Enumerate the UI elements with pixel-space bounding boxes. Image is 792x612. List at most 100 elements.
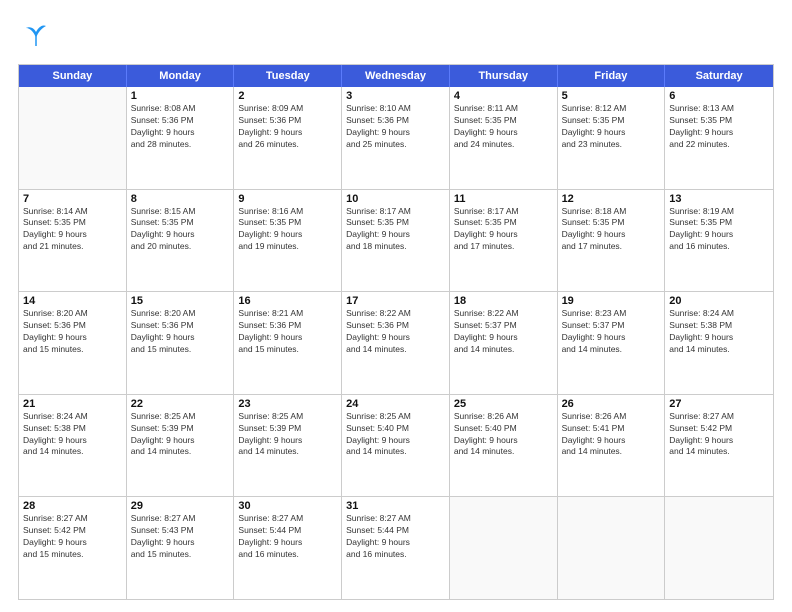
calendar-header: SundayMondayTuesdayWednesdayThursdayFrid… <box>19 65 773 87</box>
calendar-cell-r1-c0: 7Sunrise: 8:14 AM Sunset: 5:35 PM Daylig… <box>19 190 127 292</box>
day-info: Sunrise: 8:08 AM Sunset: 5:36 PM Dayligh… <box>131 103 230 151</box>
calendar-row-4: 28Sunrise: 8:27 AM Sunset: 5:42 PM Dayli… <box>19 497 773 599</box>
header-day-friday: Friday <box>558 65 666 87</box>
day-info: Sunrise: 8:27 AM Sunset: 5:42 PM Dayligh… <box>23 513 122 561</box>
day-info: Sunrise: 8:27 AM Sunset: 5:42 PM Dayligh… <box>669 411 769 459</box>
calendar-cell-r0-c0 <box>19 87 127 189</box>
header <box>18 18 774 54</box>
calendar-cell-r2-c5: 19Sunrise: 8:23 AM Sunset: 5:37 PM Dayli… <box>558 292 666 394</box>
calendar-cell-r0-c3: 3Sunrise: 8:10 AM Sunset: 5:36 PM Daylig… <box>342 87 450 189</box>
day-info: Sunrise: 8:20 AM Sunset: 5:36 PM Dayligh… <box>23 308 122 356</box>
day-info: Sunrise: 8:27 AM Sunset: 5:43 PM Dayligh… <box>131 513 230 561</box>
day-info: Sunrise: 8:09 AM Sunset: 5:36 PM Dayligh… <box>238 103 337 151</box>
calendar-body: 1Sunrise: 8:08 AM Sunset: 5:36 PM Daylig… <box>19 87 773 599</box>
day-info: Sunrise: 8:21 AM Sunset: 5:36 PM Dayligh… <box>238 308 337 356</box>
day-number: 10 <box>346 193 445 205</box>
day-number: 16 <box>238 295 337 307</box>
day-info: Sunrise: 8:26 AM Sunset: 5:40 PM Dayligh… <box>454 411 553 459</box>
calendar-cell-r0-c5: 5Sunrise: 8:12 AM Sunset: 5:35 PM Daylig… <box>558 87 666 189</box>
day-number: 11 <box>454 193 553 205</box>
day-info: Sunrise: 8:12 AM Sunset: 5:35 PM Dayligh… <box>562 103 661 151</box>
day-info: Sunrise: 8:24 AM Sunset: 5:38 PM Dayligh… <box>669 308 769 356</box>
day-number: 13 <box>669 193 769 205</box>
day-number: 23 <box>238 398 337 410</box>
header-day-sunday: Sunday <box>19 65 127 87</box>
day-info: Sunrise: 8:17 AM Sunset: 5:35 PM Dayligh… <box>454 206 553 254</box>
day-number: 1 <box>131 90 230 102</box>
calendar-cell-r1-c4: 11Sunrise: 8:17 AM Sunset: 5:35 PM Dayli… <box>450 190 558 292</box>
calendar-cell-r1-c3: 10Sunrise: 8:17 AM Sunset: 5:35 PM Dayli… <box>342 190 450 292</box>
day-number: 7 <box>23 193 122 205</box>
day-number: 2 <box>238 90 337 102</box>
day-info: Sunrise: 8:25 AM Sunset: 5:40 PM Dayligh… <box>346 411 445 459</box>
day-number: 5 <box>562 90 661 102</box>
day-number: 31 <box>346 500 445 512</box>
day-number: 25 <box>454 398 553 410</box>
calendar-row-1: 7Sunrise: 8:14 AM Sunset: 5:35 PM Daylig… <box>19 190 773 293</box>
calendar-row-2: 14Sunrise: 8:20 AM Sunset: 5:36 PM Dayli… <box>19 292 773 395</box>
header-day-monday: Monday <box>127 65 235 87</box>
calendar-cell-r3-c0: 21Sunrise: 8:24 AM Sunset: 5:38 PM Dayli… <box>19 395 127 497</box>
calendar-cell-r4-c4 <box>450 497 558 599</box>
day-info: Sunrise: 8:16 AM Sunset: 5:35 PM Dayligh… <box>238 206 337 254</box>
logo <box>18 18 58 54</box>
day-info: Sunrise: 8:13 AM Sunset: 5:35 PM Dayligh… <box>669 103 769 151</box>
header-day-thursday: Thursday <box>450 65 558 87</box>
day-number: 30 <box>238 500 337 512</box>
calendar-cell-r3-c3: 24Sunrise: 8:25 AM Sunset: 5:40 PM Dayli… <box>342 395 450 497</box>
day-info: Sunrise: 8:15 AM Sunset: 5:35 PM Dayligh… <box>131 206 230 254</box>
day-info: Sunrise: 8:14 AM Sunset: 5:35 PM Dayligh… <box>23 206 122 254</box>
day-number: 8 <box>131 193 230 205</box>
calendar-cell-r4-c3: 31Sunrise: 8:27 AM Sunset: 5:44 PM Dayli… <box>342 497 450 599</box>
day-number: 12 <box>562 193 661 205</box>
day-number: 15 <box>131 295 230 307</box>
calendar-cell-r2-c4: 18Sunrise: 8:22 AM Sunset: 5:37 PM Dayli… <box>450 292 558 394</box>
day-info: Sunrise: 8:22 AM Sunset: 5:37 PM Dayligh… <box>454 308 553 356</box>
day-number: 3 <box>346 90 445 102</box>
day-number: 4 <box>454 90 553 102</box>
calendar-cell-r0-c6: 6Sunrise: 8:13 AM Sunset: 5:35 PM Daylig… <box>665 87 773 189</box>
day-number: 20 <box>669 295 769 307</box>
header-day-wednesday: Wednesday <box>342 65 450 87</box>
calendar-cell-r4-c6 <box>665 497 773 599</box>
day-number: 24 <box>346 398 445 410</box>
calendar-cell-r3-c4: 25Sunrise: 8:26 AM Sunset: 5:40 PM Dayli… <box>450 395 558 497</box>
calendar: SundayMondayTuesdayWednesdayThursdayFrid… <box>18 64 774 600</box>
calendar-cell-r4-c2: 30Sunrise: 8:27 AM Sunset: 5:44 PM Dayli… <box>234 497 342 599</box>
day-number: 17 <box>346 295 445 307</box>
calendar-cell-r0-c2: 2Sunrise: 8:09 AM Sunset: 5:36 PM Daylig… <box>234 87 342 189</box>
day-number: 28 <box>23 500 122 512</box>
calendar-cell-r1-c6: 13Sunrise: 8:19 AM Sunset: 5:35 PM Dayli… <box>665 190 773 292</box>
calendar-cell-r0-c1: 1Sunrise: 8:08 AM Sunset: 5:36 PM Daylig… <box>127 87 235 189</box>
day-info: Sunrise: 8:25 AM Sunset: 5:39 PM Dayligh… <box>131 411 230 459</box>
calendar-row-3: 21Sunrise: 8:24 AM Sunset: 5:38 PM Dayli… <box>19 395 773 498</box>
calendar-cell-r4-c1: 29Sunrise: 8:27 AM Sunset: 5:43 PM Dayli… <box>127 497 235 599</box>
page: SundayMondayTuesdayWednesdayThursdayFrid… <box>0 0 792 612</box>
day-info: Sunrise: 8:19 AM Sunset: 5:35 PM Dayligh… <box>669 206 769 254</box>
day-number: 6 <box>669 90 769 102</box>
calendar-cell-r2-c1: 15Sunrise: 8:20 AM Sunset: 5:36 PM Dayli… <box>127 292 235 394</box>
day-number: 29 <box>131 500 230 512</box>
day-info: Sunrise: 8:22 AM Sunset: 5:36 PM Dayligh… <box>346 308 445 356</box>
day-number: 21 <box>23 398 122 410</box>
day-info: Sunrise: 8:11 AM Sunset: 5:35 PM Dayligh… <box>454 103 553 151</box>
calendar-cell-r4-c5 <box>558 497 666 599</box>
day-number: 22 <box>131 398 230 410</box>
calendar-cell-r1-c2: 9Sunrise: 8:16 AM Sunset: 5:35 PM Daylig… <box>234 190 342 292</box>
day-info: Sunrise: 8:26 AM Sunset: 5:41 PM Dayligh… <box>562 411 661 459</box>
logo-icon <box>18 18 54 54</box>
day-number: 27 <box>669 398 769 410</box>
calendar-cell-r0-c4: 4Sunrise: 8:11 AM Sunset: 5:35 PM Daylig… <box>450 87 558 189</box>
day-info: Sunrise: 8:18 AM Sunset: 5:35 PM Dayligh… <box>562 206 661 254</box>
day-info: Sunrise: 8:24 AM Sunset: 5:38 PM Dayligh… <box>23 411 122 459</box>
header-day-tuesday: Tuesday <box>234 65 342 87</box>
calendar-cell-r3-c1: 22Sunrise: 8:25 AM Sunset: 5:39 PM Dayli… <box>127 395 235 497</box>
calendar-cell-r2-c2: 16Sunrise: 8:21 AM Sunset: 5:36 PM Dayli… <box>234 292 342 394</box>
calendar-cell-r2-c3: 17Sunrise: 8:22 AM Sunset: 5:36 PM Dayli… <box>342 292 450 394</box>
calendar-row-0: 1Sunrise: 8:08 AM Sunset: 5:36 PM Daylig… <box>19 87 773 190</box>
day-info: Sunrise: 8:17 AM Sunset: 5:35 PM Dayligh… <box>346 206 445 254</box>
calendar-cell-r2-c6: 20Sunrise: 8:24 AM Sunset: 5:38 PM Dayli… <box>665 292 773 394</box>
calendar-cell-r1-c1: 8Sunrise: 8:15 AM Sunset: 5:35 PM Daylig… <box>127 190 235 292</box>
day-number: 14 <box>23 295 122 307</box>
day-number: 26 <box>562 398 661 410</box>
